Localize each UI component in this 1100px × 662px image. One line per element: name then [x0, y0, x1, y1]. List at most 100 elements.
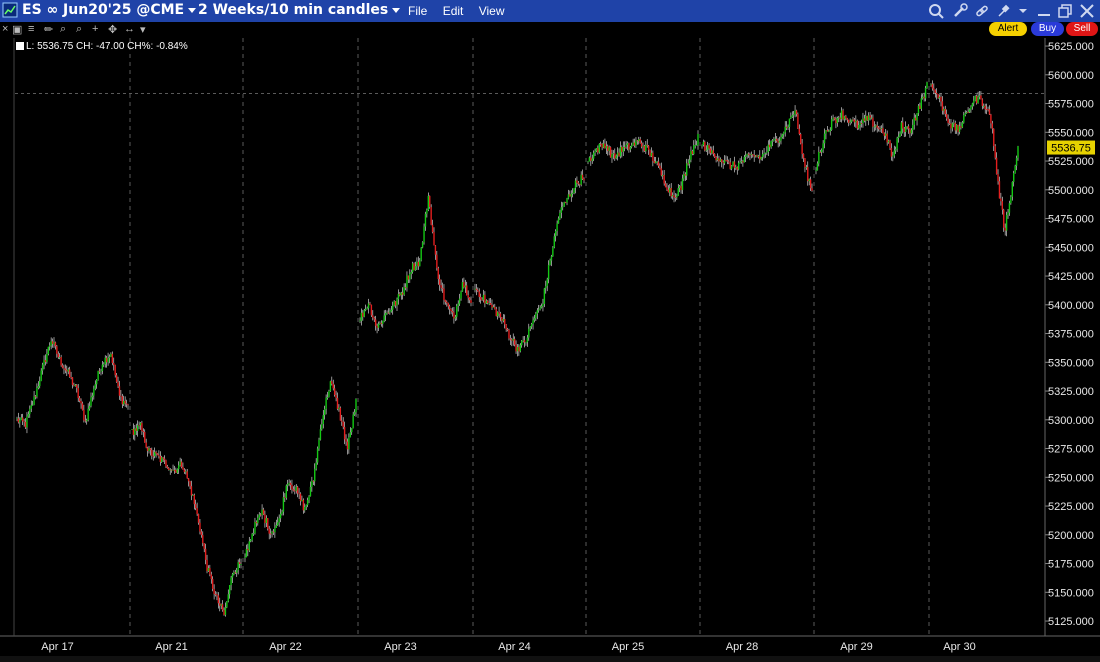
candle-body [850, 119, 853, 122]
candle-body [866, 115, 868, 121]
sell-button[interactable]: Sell [1066, 22, 1098, 36]
candle-body [822, 143, 824, 150]
wrench-icon[interactable] [952, 3, 968, 19]
candle-body [302, 499, 305, 511]
candle-body [359, 320, 361, 322]
candle-body [933, 88, 935, 91]
scrollbar[interactable] [0, 656, 1100, 662]
candle-body [867, 115, 870, 121]
candle-body [285, 485, 287, 498]
candle-body [393, 301, 395, 306]
link-icon[interactable] [974, 3, 990, 19]
candle-body [376, 325, 378, 328]
candle-body [553, 236, 555, 248]
candle-body [826, 130, 829, 132]
candle-body [73, 384, 75, 386]
chevron-down-icon [392, 7, 401, 13]
candle-body [228, 585, 231, 595]
candle-body [107, 358, 109, 363]
crosshair-icon[interactable] [928, 3, 944, 19]
candle-body [345, 439, 347, 442]
menu-file[interactable]: File [408, 4, 427, 18]
candle-body [71, 377, 74, 385]
candle-body [29, 408, 31, 415]
candle-body [277, 522, 279, 526]
price-chart[interactable]: 5125.000 5150.000 5175.000 5200.000 5225.000… [0, 0, 1100, 662]
candle-body [366, 308, 368, 310]
zoom-icon[interactable]: ⌕ [60, 23, 66, 36]
timeframe-selector[interactable]: 2 Weeks/10 min candles [198, 2, 401, 18]
close-panel-icon[interactable]: × [2, 23, 8, 35]
candle-body [747, 153, 750, 155]
candle-body [853, 119, 856, 123]
candle-body [374, 319, 377, 326]
y-tick-label: 5275.000 [1048, 444, 1094, 456]
draw-line-icon[interactable]: ✏ [44, 23, 53, 36]
candle-body [190, 486, 193, 496]
minimize-icon[interactable] [1036, 3, 1052, 19]
candle-body [971, 103, 974, 107]
candle-body [495, 308, 497, 317]
candle-body [466, 285, 468, 296]
candle-body [240, 564, 242, 565]
candle-body [175, 470, 177, 473]
candle-body [120, 395, 122, 397]
menu-edit[interactable]: Edit [443, 4, 464, 18]
candle-body [403, 286, 405, 295]
candle-body [984, 105, 986, 110]
symbol-selector[interactable]: ES ∞ Jun20'25 @CME [22, 2, 197, 18]
candle-body [951, 123, 954, 129]
candle-body [275, 525, 278, 528]
move-icon[interactable]: ✥ [108, 23, 117, 36]
candle-body [549, 260, 551, 265]
candle-body [158, 455, 160, 457]
candle-body [735, 167, 737, 168]
pin-icon[interactable] [996, 3, 1012, 19]
candle-body [521, 340, 523, 346]
dropdown-icon[interactable]: ▾ [140, 23, 146, 36]
candle-body [370, 304, 373, 316]
list-icon[interactable]: ≡ [28, 23, 34, 35]
candle-body [677, 188, 679, 196]
save-icon[interactable]: ▣ [12, 23, 22, 36]
candle-body [169, 469, 171, 471]
candle-body [882, 128, 884, 134]
candle-body [642, 145, 644, 147]
x-tick-label: Apr 23 [384, 641, 416, 653]
menu-view[interactable]: View [479, 4, 505, 18]
options-chevron-down-icon[interactable] [1015, 3, 1031, 19]
candle-body [498, 312, 500, 314]
candle-body [427, 195, 430, 211]
candle-body [666, 187, 668, 190]
resize-icon[interactable]: ↔ [124, 23, 135, 35]
candle-body [994, 146, 996, 158]
y-tick-label: 5125.000 [1048, 616, 1094, 628]
candle-body [135, 428, 137, 431]
candle-body [674, 197, 677, 199]
candle-body [221, 604, 224, 611]
candle-body [607, 145, 609, 151]
candle-body [383, 315, 385, 321]
candle-body [581, 174, 584, 179]
expand-icon[interactable] [16, 42, 24, 50]
candle-body [515, 344, 517, 352]
candle-body [478, 291, 480, 297]
cross-icon[interactable]: + [92, 23, 98, 35]
candle-body [394, 301, 397, 306]
candle-body [900, 122, 903, 134]
candle-body [930, 84, 932, 85]
buy-button[interactable]: Buy [1031, 22, 1064, 36]
candle-body [512, 338, 514, 341]
alert-button[interactable]: Alert [989, 22, 1027, 36]
candle-body [619, 146, 622, 157]
candle-body [453, 312, 455, 319]
candle-body [482, 294, 485, 300]
candle-body [269, 533, 272, 535]
candle-body [349, 432, 352, 438]
candle-body [1014, 165, 1016, 174]
candle-body [957, 124, 959, 132]
restore-icon[interactable] [1057, 3, 1073, 19]
magnify-icon[interactable]: ⌕ [76, 23, 82, 36]
close-icon[interactable] [1079, 3, 1095, 19]
candle-body [997, 174, 999, 182]
